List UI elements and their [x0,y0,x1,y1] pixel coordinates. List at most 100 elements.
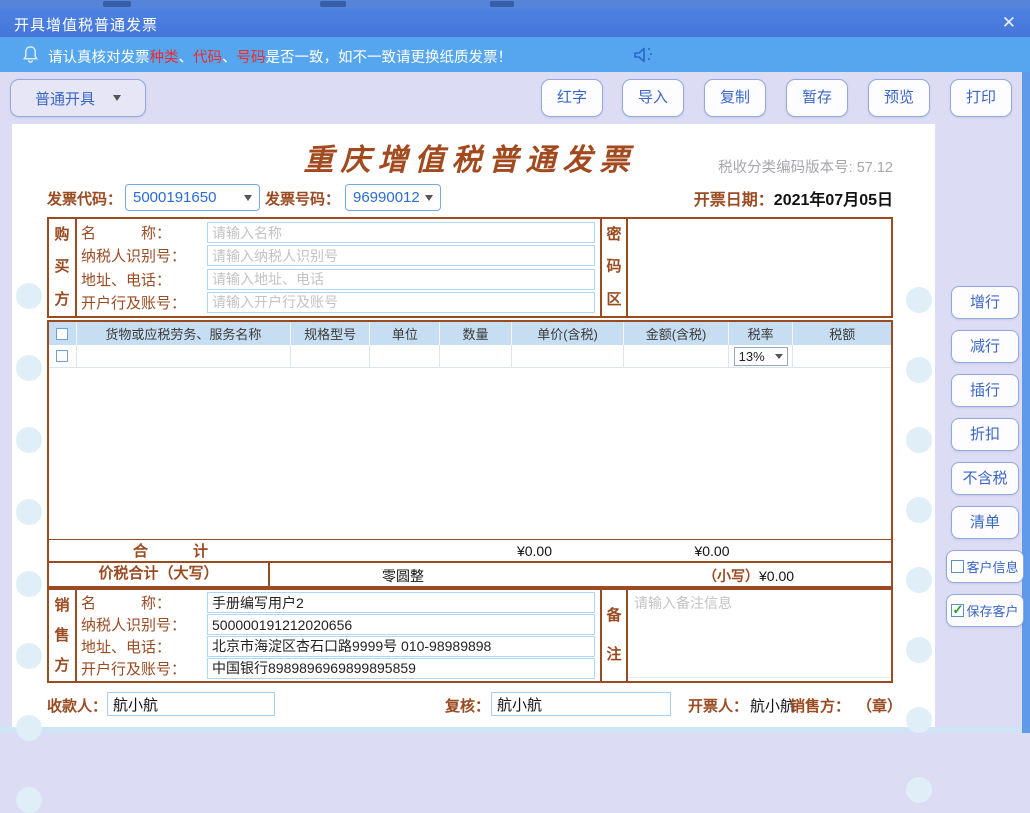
invoice-number-label: 发票号码： [265,192,341,208]
scrollbar[interactable] [1022,72,1030,733]
seller-taxid-input[interactable] [207,614,595,636]
hold-button[interactable]: 暂存 [786,79,848,117]
toolbar: 普通开具 红字 导入 复制 暂存 预览 打印 [0,72,1030,124]
invoice-mode-select[interactable]: 普通开具 [10,79,146,117]
copy-button[interactable]: 复制 [704,79,766,117]
dialog-title: 开具增值税普通发票 [14,17,159,34]
buyer-address-input[interactable] [207,268,595,290]
item-price-cell[interactable] [512,345,625,367]
item-spec-cell[interactable] [291,345,371,367]
col-unit: 单位 [370,322,441,345]
preview-button[interactable]: 预览 [868,79,930,117]
amount-small-label: （小写） [703,570,759,585]
tax-rate-value: 13% [738,348,765,364]
buyer-taxid-label: 纳税人识别号： [81,249,187,266]
decorative-dot [16,355,42,381]
col-tax-amount: 税额 [829,327,856,342]
item-unit-cell[interactable] [370,345,441,367]
invoice-date: 开票日期：2021年07月05日 [694,186,893,210]
drawer-label: 开票人： [688,699,749,715]
seller-address-input[interactable] [207,635,595,657]
totals-price: ¥0.00 [516,542,553,559]
remark-area [628,590,891,681]
close-icon[interactable]: ✕ [1002,12,1016,34]
buyer-taxid-input[interactable] [207,245,595,267]
buyer-fields: 名 称： 纳税人识别号： 地址、电话： 开户行及账号： [77,219,600,316]
dialog-titlebar: 开具增值税普通发票 ✕ [0,9,1030,37]
decorative-dot [906,497,932,523]
background-glyph [490,1,514,7]
bottom-edge [0,727,1022,733]
discount-button[interactable]: 折扣 [951,418,1019,451]
buyer-bank-input[interactable] [207,291,595,313]
remove-row-button[interactable]: 减行 [951,330,1019,363]
decorative-dot [906,777,932,803]
print-button[interactable]: 打印 [950,79,1012,117]
seller-fields: 名 称： 纳税人识别号： 地址、电话： 开户行及账号： [77,590,600,681]
remark-label: 备注 [606,607,622,663]
item-amount-cell[interactable] [624,345,729,367]
item-name-cell[interactable] [77,345,291,367]
background-window-edge [0,0,1030,9]
reviewer-label: 复核： [445,699,491,715]
seller-bank-input[interactable] [207,657,595,679]
buyer-name-input[interactable] [207,222,595,244]
row-checkbox[interactable] [56,350,69,362]
background-glyph [103,1,131,7]
col-tax-rate: 税率 [729,322,794,345]
invoice-mode-value: 普通开具 [34,90,95,108]
select-all-checkbox[interactable] [56,327,69,340]
password-zone-column: 密码区 [600,219,628,316]
decorative-dot [906,637,932,663]
save-customer-toggle[interactable]: 保存客户 [946,594,1024,627]
bell-icon [22,46,39,63]
list-button[interactable]: 清单 [951,506,1019,539]
payee-label: 收款人： [47,699,108,715]
tax-rate-select[interactable]: 13% [733,346,788,366]
buyer-name-label: 名 称： [81,226,172,243]
customer-info-toggle[interactable]: 客户信息 [946,550,1024,583]
import-button[interactable]: 导入 [622,79,684,117]
reviewer-input[interactable] [491,692,671,716]
item-qty-cell[interactable] [440,345,512,367]
decorative-dot [906,357,932,383]
invoice-code-select[interactable]: 5000191650 [125,184,260,211]
red-letter-button[interactable]: 红字 [541,79,603,117]
item-tax-cell[interactable] [793,345,891,367]
chevron-down-icon [244,194,252,201]
checkbox-icon[interactable] [951,560,965,573]
decorative-dot [906,287,932,313]
remark-textarea[interactable] [628,590,891,678]
payee-input[interactable] [107,692,275,716]
items-table-header: 货物或应税劳务、服务名称 规格型号 单位 数量 单价(含税) 金额(含税) 税率… [49,322,891,345]
item-row: 13% [49,345,891,368]
amount-in-words: 零圆整 [382,568,424,584]
decorative-dot [16,283,42,309]
insert-row-button[interactable]: 插行 [951,374,1019,407]
tax-exclusive-button[interactable]: 不含税 [951,462,1019,495]
decorative-dot [906,567,932,593]
decorative-dot [16,643,42,669]
seller-party-label: 销售方 [54,597,70,674]
notice-text: 请认真核对发票种类、代码、号码是否一致，如不一致请更换纸质发票！ [48,50,512,66]
items-table: 货物或应税劳务、服务名称 规格型号 单位 数量 单价(含税) 金额(含税) 税率… [47,320,893,563]
decorative-dot [906,427,932,453]
speaker-icon[interactable] [630,44,658,66]
invoice-date-label: 开票日期： [693,192,774,209]
totals-row: 合 计 ¥0.00 ¥0.00 [49,539,891,561]
buyer-bank-label: 开户行及账号： [81,295,187,312]
customer-info-label: 客户信息 [966,560,1019,575]
buyer-party-label: 购买方 [54,227,70,308]
totals-label: 合 计 [132,544,208,560]
checkbox-checked-icon[interactable] [951,602,965,618]
seller-section: 销售方 名 称： 纳税人识别号： 地址、电话： 开户行及账号： 备注 [47,588,893,683]
add-row-button[interactable]: 增行 [951,286,1019,319]
seller-name-input[interactable] [207,592,595,614]
tax-sum-values: 零圆整 （小写）¥0.00 [270,563,891,586]
col-spec: 规格型号 [291,322,371,345]
col-amount: 金额(含税) [624,322,729,345]
invoice-number-select[interactable]: 96990012 [345,184,441,211]
seller-address-label: 地址、电话： [81,639,172,656]
invoice-code-label: 发票代码： [47,192,123,208]
chevron-down-icon [774,353,783,359]
